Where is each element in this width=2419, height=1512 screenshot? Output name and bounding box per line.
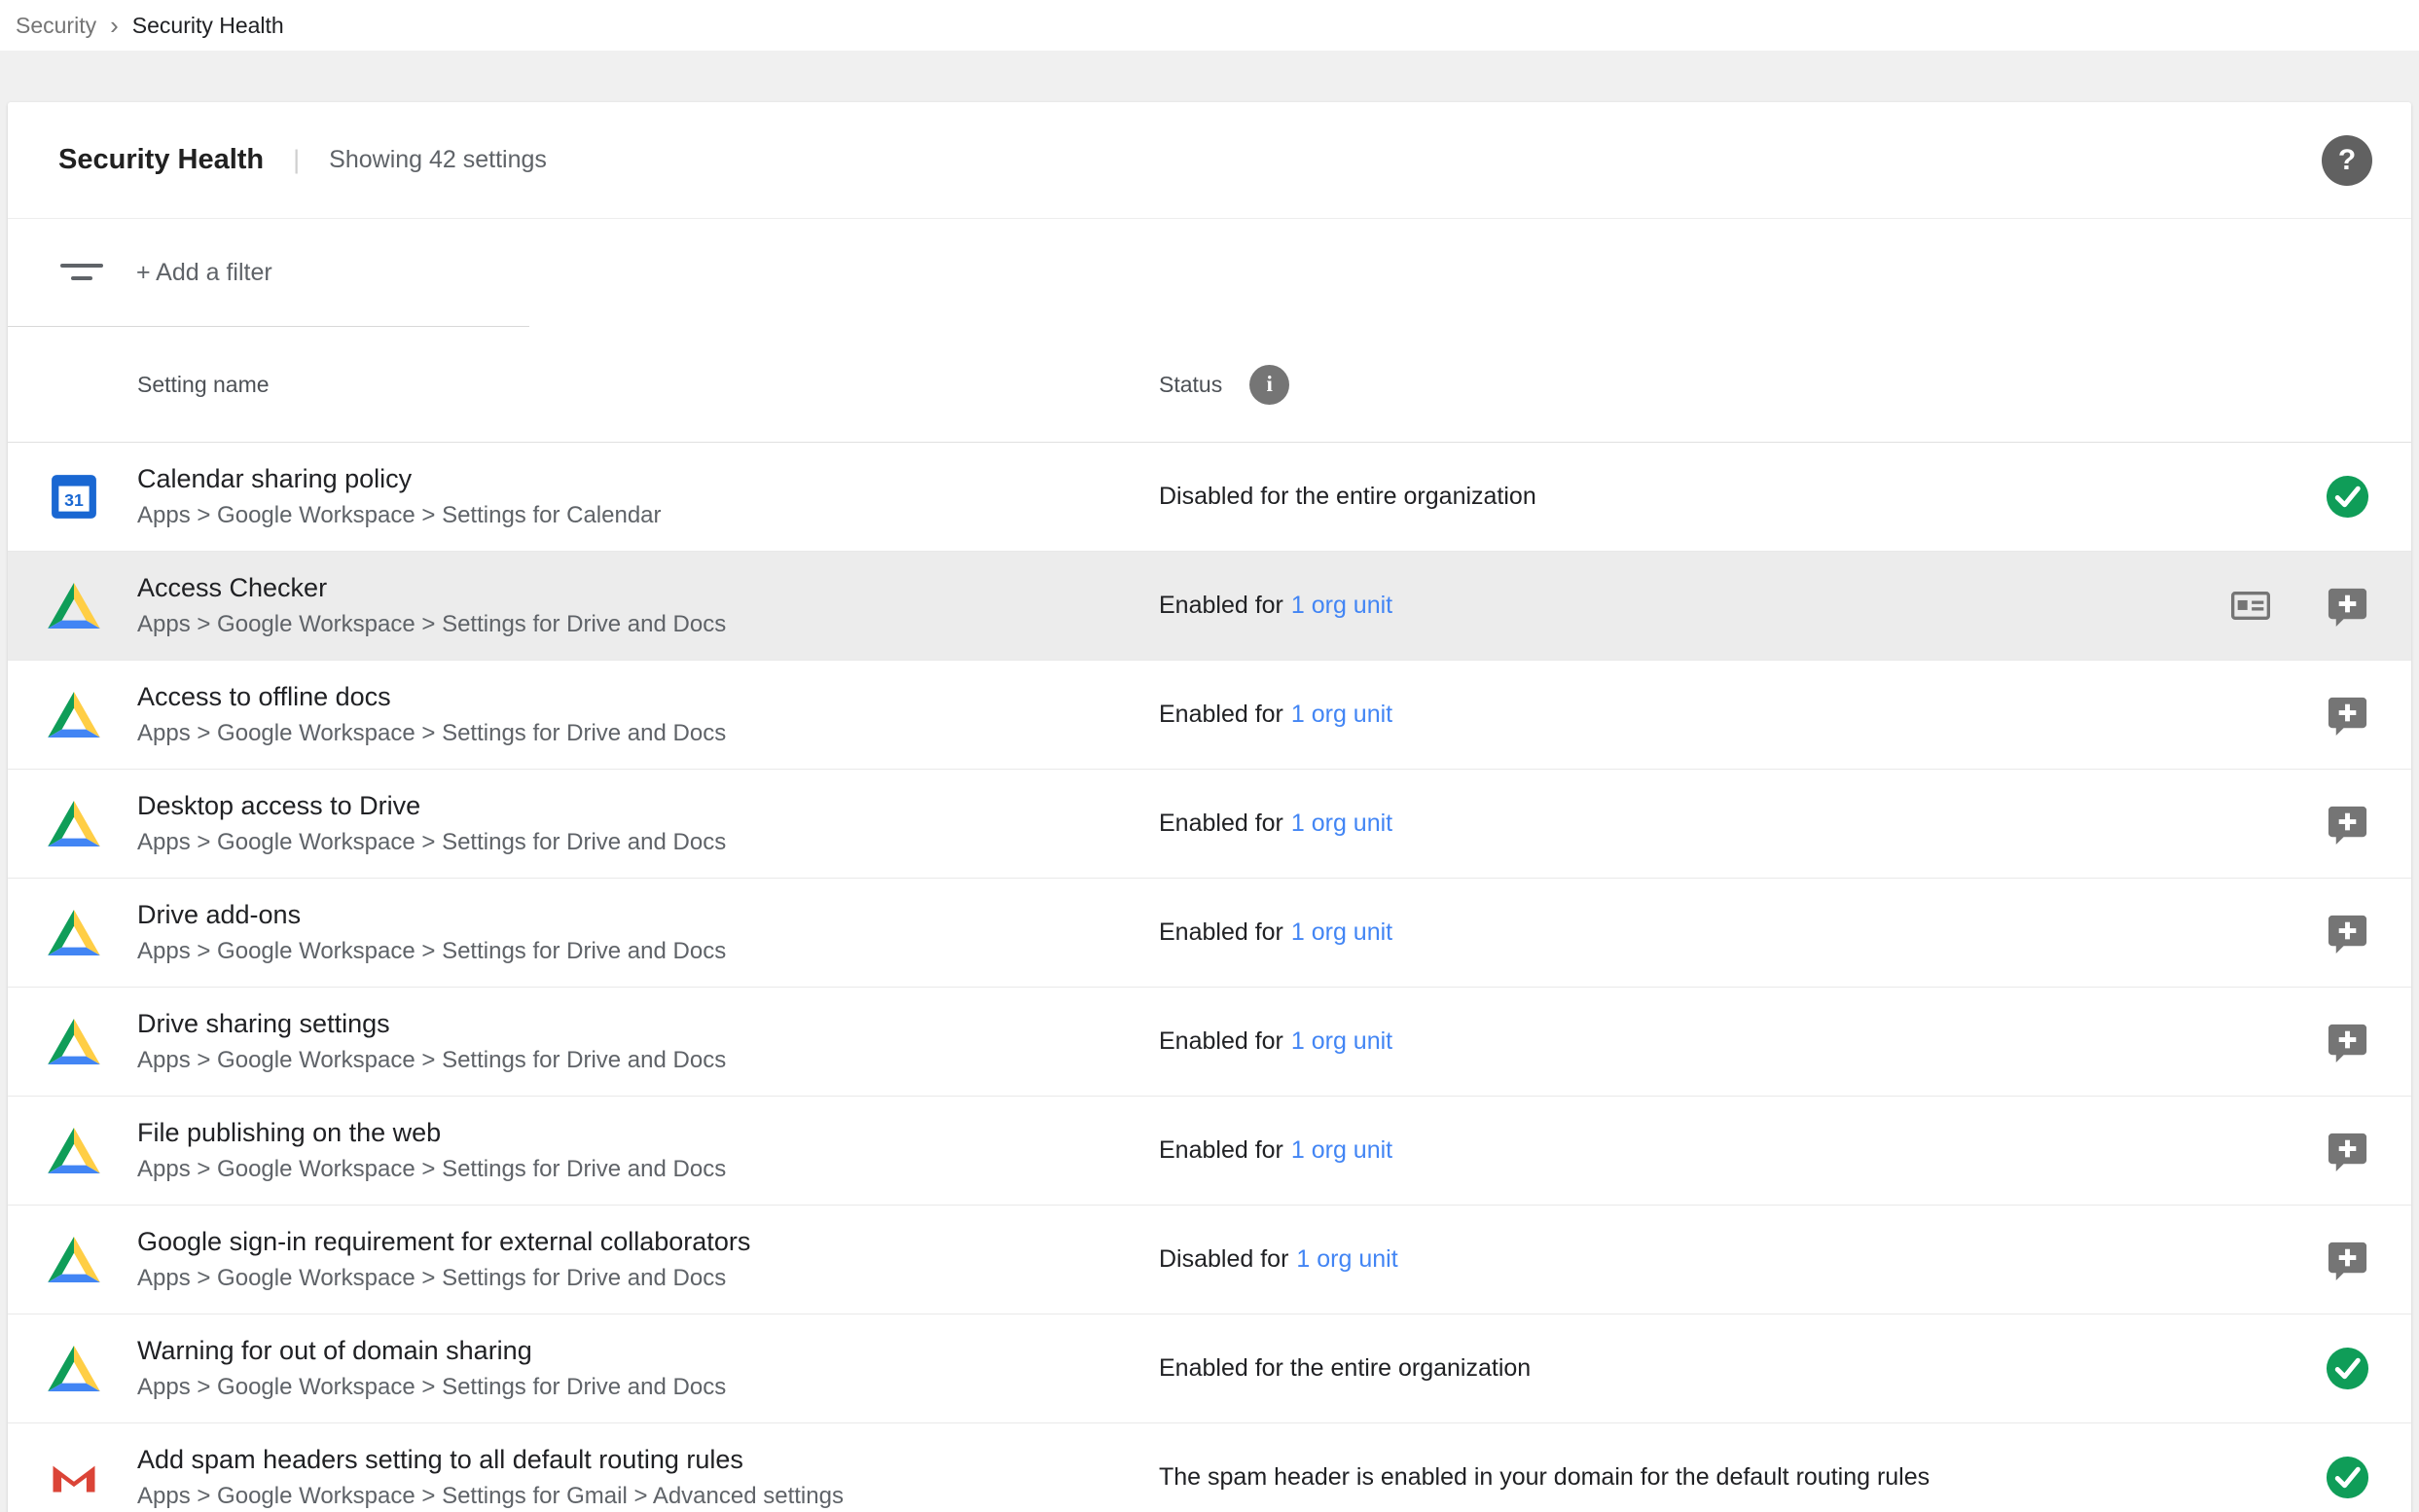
row-lead: File publishing on the web Apps > Google… xyxy=(47,1117,1159,1185)
breadcrumb-separator-icon: › xyxy=(110,13,119,38)
row-lead: Drive sharing settings Apps > Google Wor… xyxy=(47,1008,1159,1076)
org-unit-link[interactable]: 1 org unit xyxy=(1291,1027,1392,1055)
setting-path: Apps > Google Workspace > Settings for D… xyxy=(137,1156,726,1184)
column-header-setting-name: Setting name xyxy=(137,372,1159,398)
table-row[interactable]: Access to offline docs Apps > Google Wor… xyxy=(8,661,2411,770)
org-unit-link[interactable]: 1 org unit xyxy=(1296,1245,1397,1273)
setting-name: Access to offline docs xyxy=(137,681,726,714)
status-ok-icon xyxy=(2325,1455,2370,1500)
row-lead: Drive add-ons Apps > Google Workspace > … xyxy=(47,899,1159,967)
drive-icon xyxy=(47,801,101,846)
row-status: Enabled for1 org unit xyxy=(1159,701,1392,729)
setting-path: Apps > Google Workspace > Settings for G… xyxy=(137,1483,844,1511)
table-row[interactable]: File publishing on the web Apps > Google… xyxy=(8,1097,2411,1206)
table-row[interactable]: Add spam headers setting to all default … xyxy=(8,1423,2411,1512)
setting-path: Apps > Google Workspace > Settings for D… xyxy=(137,1047,726,1075)
row-status: Disabled for1 org unit xyxy=(1159,1245,1398,1274)
table-row[interactable]: Drive add-ons Apps > Google Workspace > … xyxy=(8,879,2411,988)
page-title: Security Health xyxy=(58,144,264,176)
table-row[interactable]: Google sign-in requirement for external … xyxy=(8,1206,2411,1314)
recommendation-icon[interactable] xyxy=(2325,1237,2370,1282)
filter-bar: + Add a filter xyxy=(8,219,2411,327)
setting-path: Apps > Google Workspace > Settings for D… xyxy=(137,1374,726,1402)
setting-path: Apps > Google Workspace > Settings for D… xyxy=(137,1265,750,1293)
setting-name: Calendar sharing policy xyxy=(137,463,662,496)
card-header: Security Health | Showing 42 settings ? xyxy=(8,102,2411,219)
row-lead: Add spam headers setting to all default … xyxy=(47,1444,1159,1512)
row-status: Enabled for1 org unit xyxy=(1159,918,1392,947)
security-health-card: Security Health | Showing 42 settings ? … xyxy=(8,102,2411,1512)
table-row[interactable]: 31 Calendar sharing policy Apps > Google… xyxy=(8,443,2411,552)
drive-icon xyxy=(47,1237,101,1282)
help-button[interactable]: ? xyxy=(2322,135,2372,186)
drive-icon xyxy=(47,1346,101,1391)
setting-name: Google sign-in requirement for external … xyxy=(137,1226,750,1259)
setting-path: Apps > Google Workspace > Settings for C… xyxy=(137,502,662,530)
drive-icon xyxy=(47,583,101,629)
svg-text:31: 31 xyxy=(64,490,84,510)
org-unit-link[interactable]: 1 org unit xyxy=(1291,810,1392,837)
recommendation-icon[interactable] xyxy=(2325,1019,2370,1064)
table-row[interactable]: Access Checker Apps > Google Workspace >… xyxy=(8,552,2411,661)
row-lead: Access Checker Apps > Google Workspace >… xyxy=(47,572,1159,640)
column-header-status: Status i xyxy=(1159,365,1289,405)
setting-name: File publishing on the web xyxy=(137,1117,726,1150)
setting-name: Drive add-ons xyxy=(137,899,726,932)
breadcrumb-parent[interactable]: Security xyxy=(16,13,96,39)
row-status: Enabled for1 org unit xyxy=(1159,1136,1392,1165)
question-mark-icon: ? xyxy=(2338,144,2356,177)
drive-icon xyxy=(47,1128,101,1173)
recommendation-icon[interactable] xyxy=(2325,801,2370,846)
row-status: Enabled for the entire organization xyxy=(1159,1354,1531,1383)
row-lead: 31 Calendar sharing policy Apps > Google… xyxy=(47,463,1159,531)
row-status: Disabled for the entire organization xyxy=(1159,483,1536,511)
breadcrumb: Security › Security Health xyxy=(0,0,2419,51)
view-details-icon[interactable] xyxy=(2231,592,2270,620)
recommendation-icon[interactable] xyxy=(2325,1128,2370,1173)
setting-name: Drive sharing settings xyxy=(137,1008,726,1041)
org-unit-link[interactable]: 1 org unit xyxy=(1291,592,1392,619)
row-status: Enabled for1 org unit xyxy=(1159,810,1392,838)
setting-name: Desktop access to Drive xyxy=(137,790,726,823)
filter-list-icon xyxy=(58,261,105,286)
row-status: Enabled for1 org unit xyxy=(1159,1027,1392,1056)
row-lead: Warning for out of domain sharing Apps >… xyxy=(47,1335,1159,1403)
row-lead: Google sign-in requirement for external … xyxy=(47,1226,1159,1294)
calendar-icon: 31 xyxy=(47,472,101,521)
org-unit-link[interactable]: 1 org unit xyxy=(1291,701,1392,728)
settings-count: Showing 42 settings xyxy=(329,146,547,174)
add-filter-button[interactable]: + Add a filter xyxy=(136,259,272,287)
table-row[interactable]: Warning for out of domain sharing Apps >… xyxy=(8,1314,2411,1423)
row-lead: Access to offline docs Apps > Google Wor… xyxy=(47,681,1159,749)
row-status: The spam header is enabled in your domai… xyxy=(1159,1463,1930,1492)
drive-icon xyxy=(47,1019,101,1064)
org-unit-link[interactable]: 1 org unit xyxy=(1291,1136,1392,1164)
table-row[interactable]: Desktop access to Drive Apps > Google Wo… xyxy=(8,770,2411,879)
org-unit-link[interactable]: 1 org unit xyxy=(1291,918,1392,946)
gmail-icon xyxy=(47,1457,101,1498)
row-status: Enabled for1 org unit xyxy=(1159,592,1392,620)
recommendation-icon[interactable] xyxy=(2325,910,2370,955)
breadcrumb-current: Security Health xyxy=(132,13,284,39)
recommendation-icon[interactable] xyxy=(2325,692,2370,738)
row-lead: Desktop access to Drive Apps > Google Wo… xyxy=(47,790,1159,858)
recommendation-icon[interactable] xyxy=(2325,583,2370,629)
title-divider: | xyxy=(293,145,300,175)
setting-path: Apps > Google Workspace > Settings for D… xyxy=(137,720,726,748)
setting-name: Add spam headers setting to all default … xyxy=(137,1444,844,1477)
table-header: Setting name Status i xyxy=(8,327,2411,443)
status-ok-icon xyxy=(2325,1346,2370,1391)
setting-path: Apps > Google Workspace > Settings for D… xyxy=(137,611,726,639)
table-row[interactable]: Drive sharing settings Apps > Google Wor… xyxy=(8,988,2411,1097)
info-icon[interactable]: i xyxy=(1249,365,1289,405)
drive-icon xyxy=(47,910,101,955)
drive-icon xyxy=(47,692,101,738)
setting-path: Apps > Google Workspace > Settings for D… xyxy=(137,829,726,857)
setting-path: Apps > Google Workspace > Settings for D… xyxy=(137,938,726,966)
status-ok-icon xyxy=(2325,474,2370,520)
setting-name: Access Checker xyxy=(137,572,726,605)
setting-name: Warning for out of domain sharing xyxy=(137,1335,726,1368)
